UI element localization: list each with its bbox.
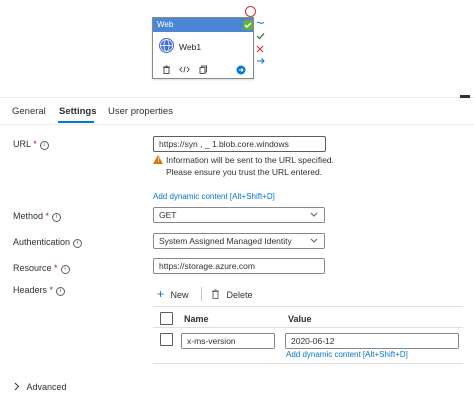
toolbar-separator bbox=[201, 287, 202, 301]
add-dynamic-content-link[interactable]: Add dynamic content [Alt+Shift+D] bbox=[286, 350, 408, 359]
chevron-down-icon bbox=[310, 234, 318, 248]
skip-marker-icon[interactable] bbox=[256, 19, 265, 29]
activity-name: Web1 bbox=[179, 42, 202, 52]
advanced-expander[interactable]: Advanced bbox=[13, 382, 67, 393]
delete-icon[interactable] bbox=[162, 65, 171, 76]
table-header-line bbox=[153, 327, 463, 328]
activity-type-label: Web bbox=[157, 20, 174, 29]
method-label-text: Method bbox=[13, 211, 44, 221]
info-icon[interactable]: i bbox=[73, 239, 83, 248]
headers-label: Headers * i bbox=[13, 285, 66, 296]
table-bottom-line bbox=[153, 363, 463, 364]
tab-user-properties[interactable]: User properties bbox=[108, 106, 173, 117]
header-name-input[interactable]: x-ms-version bbox=[181, 333, 275, 349]
authentication-label-text: Authentication bbox=[13, 237, 71, 247]
required-marker: * bbox=[49, 285, 54, 295]
select-all-checkbox[interactable] bbox=[160, 312, 173, 325]
info-icon[interactable]: i bbox=[52, 213, 62, 222]
info-icon[interactable]: i bbox=[60, 265, 70, 274]
method-dropdown[interactable]: GET bbox=[153, 207, 325, 223]
url-input[interactable]: https://syn , _ 1.blob.core.windows bbox=[153, 136, 326, 152]
table-top-line bbox=[153, 306, 463, 307]
new-button-label: New bbox=[170, 290, 189, 300]
copy-icon[interactable] bbox=[199, 65, 208, 76]
resource-label: Resource * i bbox=[13, 263, 70, 274]
tabs-divider bbox=[0, 124, 474, 125]
plus-icon: + bbox=[157, 287, 165, 301]
tab-general[interactable]: General bbox=[12, 106, 46, 117]
row-checkbox[interactable] bbox=[160, 333, 173, 346]
tab-settings[interactable]: Settings bbox=[59, 106, 96, 117]
activity-header: Web bbox=[153, 18, 253, 32]
globe-icon bbox=[159, 38, 174, 53]
authentication-dropdown[interactable]: System Assigned Managed Identity bbox=[153, 233, 325, 249]
authentication-value: System Assigned Managed Identity bbox=[159, 236, 292, 246]
method-value: GET bbox=[159, 210, 177, 220]
headers-label-text: Headers bbox=[13, 285, 48, 295]
chevron-down-icon bbox=[310, 208, 318, 222]
failure-marker-icon[interactable] bbox=[256, 45, 264, 55]
url-warning-text: Information will be sent to the URL spec… bbox=[166, 155, 334, 177]
canvas-divider bbox=[0, 97, 474, 98]
required-marker: * bbox=[45, 211, 50, 221]
code-icon[interactable] bbox=[179, 65, 190, 76]
collapse-handle-icon[interactable] bbox=[460, 95, 470, 98]
resource-input[interactable]: https://storage.azure.com bbox=[153, 258, 325, 274]
info-icon[interactable]: i bbox=[39, 141, 49, 150]
chevron-right-icon bbox=[13, 382, 23, 393]
url-label-text: URL bbox=[13, 139, 31, 149]
active-tab-indicator bbox=[58, 121, 94, 123]
advanced-label: Advanced bbox=[26, 382, 67, 392]
delete-icon bbox=[211, 289, 223, 301]
arrow-forward-icon[interactable] bbox=[236, 65, 246, 77]
column-header-name: Name bbox=[184, 314, 209, 324]
required-marker: * bbox=[33, 139, 37, 149]
column-header-value: Value bbox=[288, 314, 312, 324]
completion-marker-icon[interactable] bbox=[256, 57, 265, 67]
header-value-input[interactable]: 2020-06-12 bbox=[285, 333, 459, 349]
warning-icon-mark: ! bbox=[157, 158, 160, 164]
error-circle-icon[interactable] bbox=[245, 6, 256, 17]
method-label: Method * i bbox=[13, 211, 62, 222]
authentication-label: Authentication i bbox=[13, 237, 83, 248]
new-header-button[interactable]: + New bbox=[157, 287, 189, 301]
success-marker-icon[interactable] bbox=[256, 32, 265, 42]
resource-label-text: Resource bbox=[13, 263, 52, 273]
success-check-icon bbox=[243, 20, 253, 30]
delete-header-button[interactable]: Delete bbox=[211, 289, 253, 301]
add-dynamic-content-link[interactable]: Add dynamic content [Alt+Shift+D] bbox=[153, 192, 275, 201]
url-label: URL * i bbox=[13, 139, 49, 150]
info-icon[interactable]: i bbox=[56, 287, 66, 296]
delete-button-label: Delete bbox=[226, 290, 253, 300]
required-marker: * bbox=[54, 263, 58, 273]
web-activity-card[interactable]: Web Web1 bbox=[152, 17, 254, 79]
